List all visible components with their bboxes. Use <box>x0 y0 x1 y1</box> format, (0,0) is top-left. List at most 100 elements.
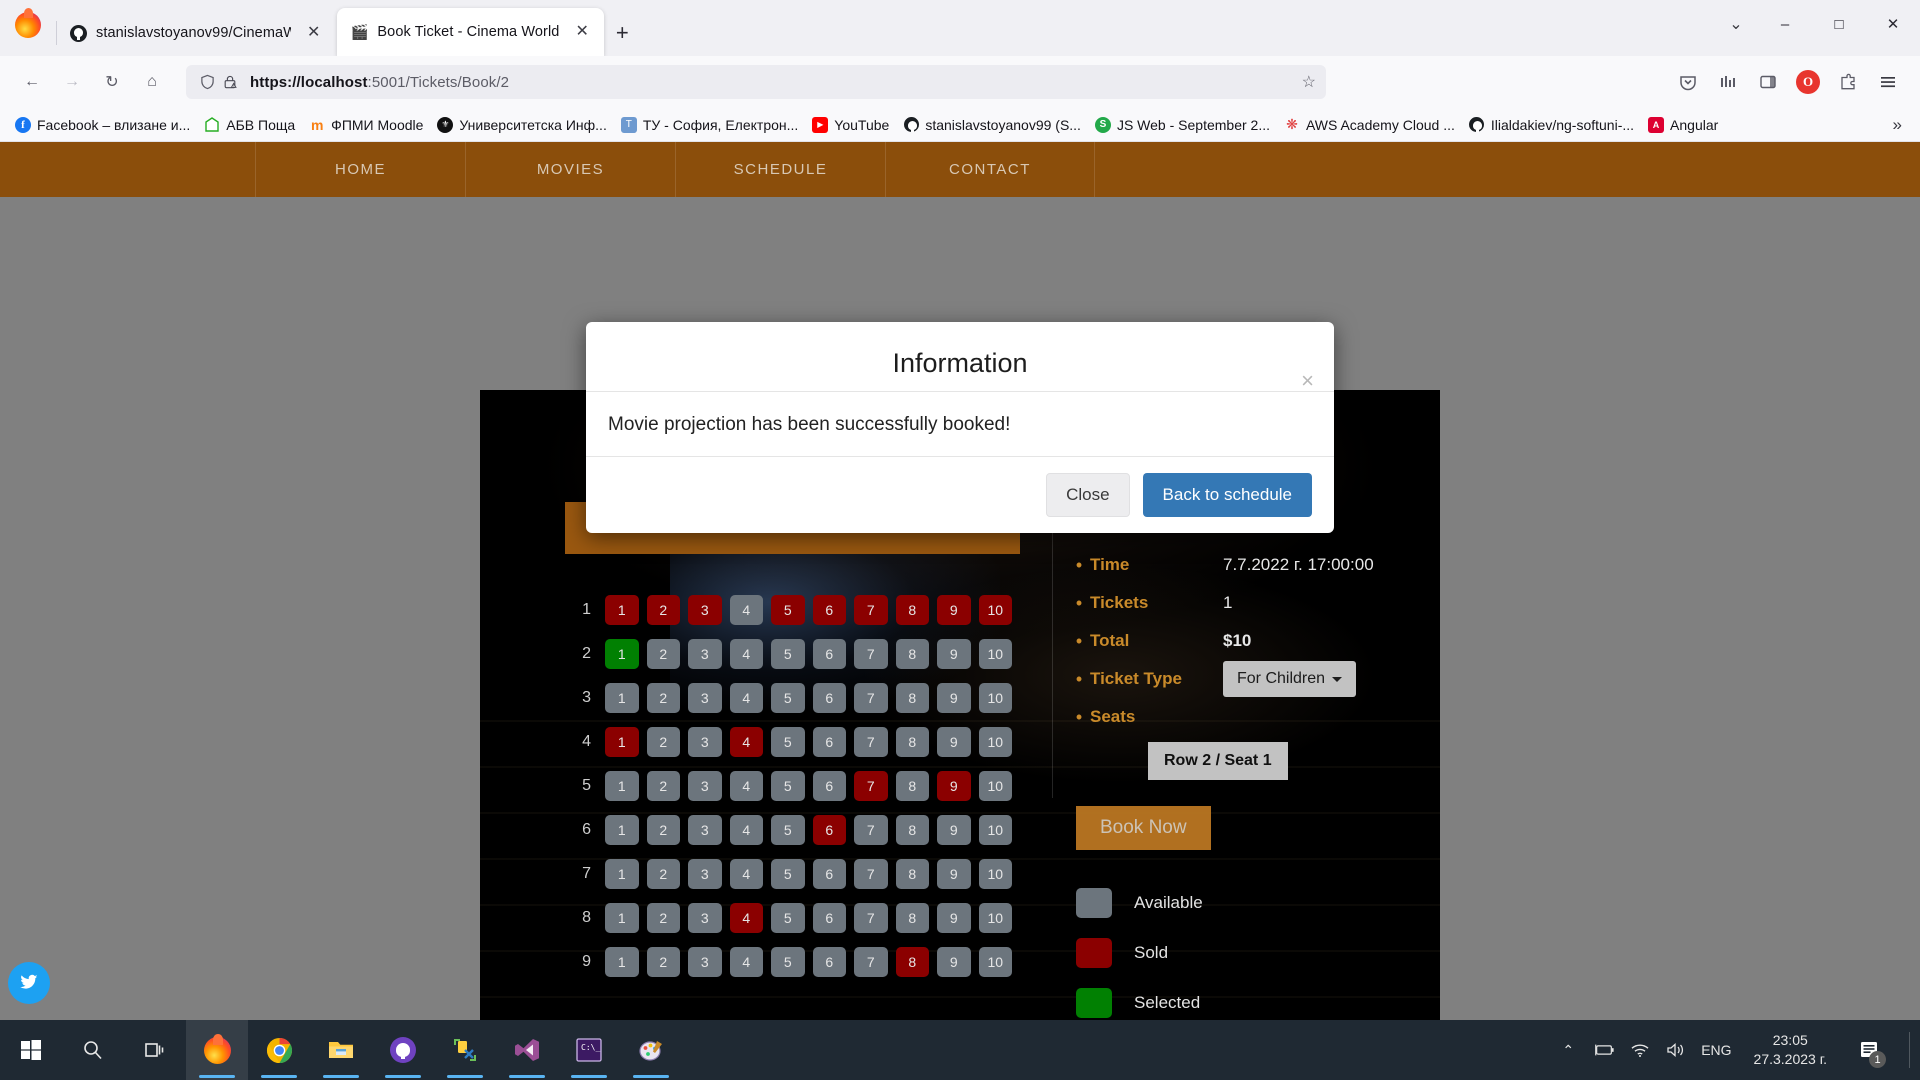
seat-r9-c10-available[interactable]: 10 <box>978 947 1013 977</box>
address-bar[interactable]: https://localhost:5001/Tickets/Book/2 ☆ <box>186 65 1326 99</box>
selected-seat-chip[interactable]: Row 2 / Seat 1 <box>1148 742 1288 780</box>
close-icon[interactable]: × <box>1301 370 1314 392</box>
forward-icon[interactable]: → <box>52 65 92 99</box>
seat-r4-c9-available[interactable]: 9 <box>937 727 971 757</box>
taskbar-chrome[interactable] <box>248 1020 310 1080</box>
seat-r2-c9-available[interactable]: 9 <box>937 639 971 669</box>
seat-r2-c10-available[interactable]: 10 <box>978 639 1013 669</box>
seat-r1-c4-available[interactable]: 4 <box>729 595 764 625</box>
seat-r4-c6-available[interactable]: 6 <box>812 727 847 757</box>
seat-r5-c8-available[interactable]: 8 <box>895 771 930 801</box>
battery-icon[interactable] <box>1593 1043 1615 1057</box>
close-window-button[interactable]: ✕ <box>1866 4 1920 44</box>
seat-r2-c5-available[interactable]: 5 <box>771 639 805 669</box>
seat-r7-c1-available[interactable]: 1 <box>605 859 639 889</box>
seat-r9-c5-available[interactable]: 5 <box>771 947 805 977</box>
seat-r9-c9-available[interactable]: 9 <box>937 947 971 977</box>
back-icon[interactable]: ← <box>12 65 52 99</box>
bookmark-item[interactable]: Ilialdakiev/ng-softuni-... <box>1462 114 1641 136</box>
seat-r9-c4-available[interactable]: 4 <box>729 947 764 977</box>
browser-tab-1[interactable]: stanislavstoyanov99/CinemaWo ✕ <box>56 10 335 56</box>
bookmark-item[interactable]: T ТУ - София, Електрон... <box>614 114 805 136</box>
seat-r6-c3-available[interactable]: 3 <box>688 815 722 845</box>
taskbar-github-desktop[interactable] <box>372 1020 434 1080</box>
seat-r6-c8-available[interactable]: 8 <box>895 815 930 845</box>
bookmark-item[interactable]: ❋ AWS Academy Cloud ... <box>1277 114 1462 136</box>
sidebar-item-movies[interactable]: MOVIES <box>465 142 675 197</box>
seat-r9-c7-available[interactable]: 7 <box>854 947 888 977</box>
bookmark-item[interactable]: m ФПМИ Moodle <box>302 114 430 136</box>
bookmark-item[interactable]: f Facebook – влизане и... <box>8 114 197 136</box>
seat-r2-c7-available[interactable]: 7 <box>854 639 888 669</box>
seat-r8-c3-available[interactable]: 3 <box>688 903 722 933</box>
lock-warning-icon[interactable] <box>218 65 242 99</box>
seat-r5-c1-available[interactable]: 1 <box>605 771 639 801</box>
book-now-button[interactable]: Book Now <box>1076 806 1211 850</box>
seat-r4-c3-available[interactable]: 3 <box>688 727 722 757</box>
seat-r5-c5-available[interactable]: 5 <box>771 771 805 801</box>
tray-chevron-icon[interactable]: ⌃ <box>1557 1042 1579 1059</box>
seat-r8-c6-available[interactable]: 6 <box>812 903 847 933</box>
seat-r6-c7-available[interactable]: 7 <box>854 815 888 845</box>
bookmark-item[interactable]: S JS Web - September 2... <box>1088 114 1277 136</box>
taskbar-firefox[interactable] <box>186 1020 248 1080</box>
library-icon[interactable] <box>1708 65 1748 99</box>
maximize-button[interactable]: □ <box>1812 4 1866 44</box>
seat-r2-c1-selected[interactable]: 1 <box>605 639 639 669</box>
bookmark-item[interactable]: ⚜ Университетска Инф... <box>430 114 613 136</box>
language-indicator[interactable]: ENG <box>1701 1042 1731 1058</box>
sidebar-item-home[interactable]: HOME <box>255 142 465 197</box>
seat-r2-c2-available[interactable]: 2 <box>646 639 681 669</box>
seat-r2-c4-available[interactable]: 4 <box>729 639 764 669</box>
taskbar-postman[interactable] <box>434 1020 496 1080</box>
seat-r7-c8-available[interactable]: 8 <box>895 859 930 889</box>
seat-r8-c8-available[interactable]: 8 <box>895 903 930 933</box>
bookmark-item[interactable]: stanislavstoyanov99 (S... <box>896 114 1088 136</box>
bookmark-star-icon[interactable]: ☆ <box>1302 72 1316 92</box>
seat-r9-c6-available[interactable]: 6 <box>812 947 847 977</box>
seat-r7-c3-available[interactable]: 3 <box>688 859 722 889</box>
seat-r4-c7-available[interactable]: 7 <box>854 727 888 757</box>
seat-r7-c2-available[interactable]: 2 <box>646 859 681 889</box>
wifi-icon[interactable] <box>1629 1043 1651 1058</box>
tab-list-chevron-icon[interactable]: ⌄ <box>1714 4 1758 44</box>
shield-icon[interactable] <box>196 65 218 99</box>
new-tab-button[interactable]: + <box>606 22 639 56</box>
seat-r8-c5-available[interactable]: 5 <box>771 903 805 933</box>
bookmark-item[interactable]: A Angular <box>1641 114 1725 136</box>
seat-r7-c5-available[interactable]: 5 <box>771 859 805 889</box>
seat-r9-c3-available[interactable]: 3 <box>688 947 722 977</box>
seat-r3-c10-available[interactable]: 10 <box>978 683 1013 713</box>
clock[interactable]: 23:05 27.3.2023 г. <box>1746 1031 1835 1069</box>
bookmark-item[interactable]: АБВ Поща <box>197 114 302 136</box>
close-button[interactable]: Close <box>1046 473 1130 517</box>
seat-r4-c8-available[interactable]: 8 <box>895 727 930 757</box>
seat-r6-c10-available[interactable]: 10 <box>978 815 1013 845</box>
seat-r3-c7-available[interactable]: 7 <box>854 683 888 713</box>
seat-r7-c6-available[interactable]: 6 <box>812 859 847 889</box>
sidebar-icon[interactable] <box>1748 65 1788 99</box>
seat-r3-c9-available[interactable]: 9 <box>937 683 971 713</box>
sidebar-item-schedule[interactable]: SCHEDULE <box>675 142 885 197</box>
volume-icon[interactable] <box>1665 1042 1687 1058</box>
seat-r7-c9-available[interactable]: 9 <box>937 859 971 889</box>
bookmark-item[interactable]: ▶ YouTube <box>805 114 896 136</box>
close-tab-icon[interactable]: ✕ <box>572 24 591 40</box>
seat-r3-c4-available[interactable]: 4 <box>729 683 764 713</box>
seat-r8-c7-available[interactable]: 7 <box>854 903 888 933</box>
notifications-icon[interactable]: 1 <box>1849 1020 1889 1080</box>
seat-r3-c5-available[interactable]: 5 <box>771 683 805 713</box>
bookmarks-overflow-icon[interactable]: » <box>1893 115 1912 135</box>
menu-icon[interactable] <box>1868 65 1908 99</box>
seat-r9-c2-available[interactable]: 2 <box>646 947 681 977</box>
seat-r5-c4-available[interactable]: 4 <box>729 771 764 801</box>
seat-r6-c9-available[interactable]: 9 <box>937 815 971 845</box>
seat-r4-c2-available[interactable]: 2 <box>646 727 681 757</box>
seat-r8-c1-available[interactable]: 1 <box>605 903 639 933</box>
taskbar-visual-studio[interactable] <box>496 1020 558 1080</box>
home-icon[interactable]: ⌂ <box>132 65 172 99</box>
seat-r3-c1-available[interactable]: 1 <box>605 683 639 713</box>
seat-r4-c5-available[interactable]: 5 <box>771 727 805 757</box>
seat-r3-c2-available[interactable]: 2 <box>646 683 681 713</box>
start-button[interactable] <box>0 1020 62 1080</box>
